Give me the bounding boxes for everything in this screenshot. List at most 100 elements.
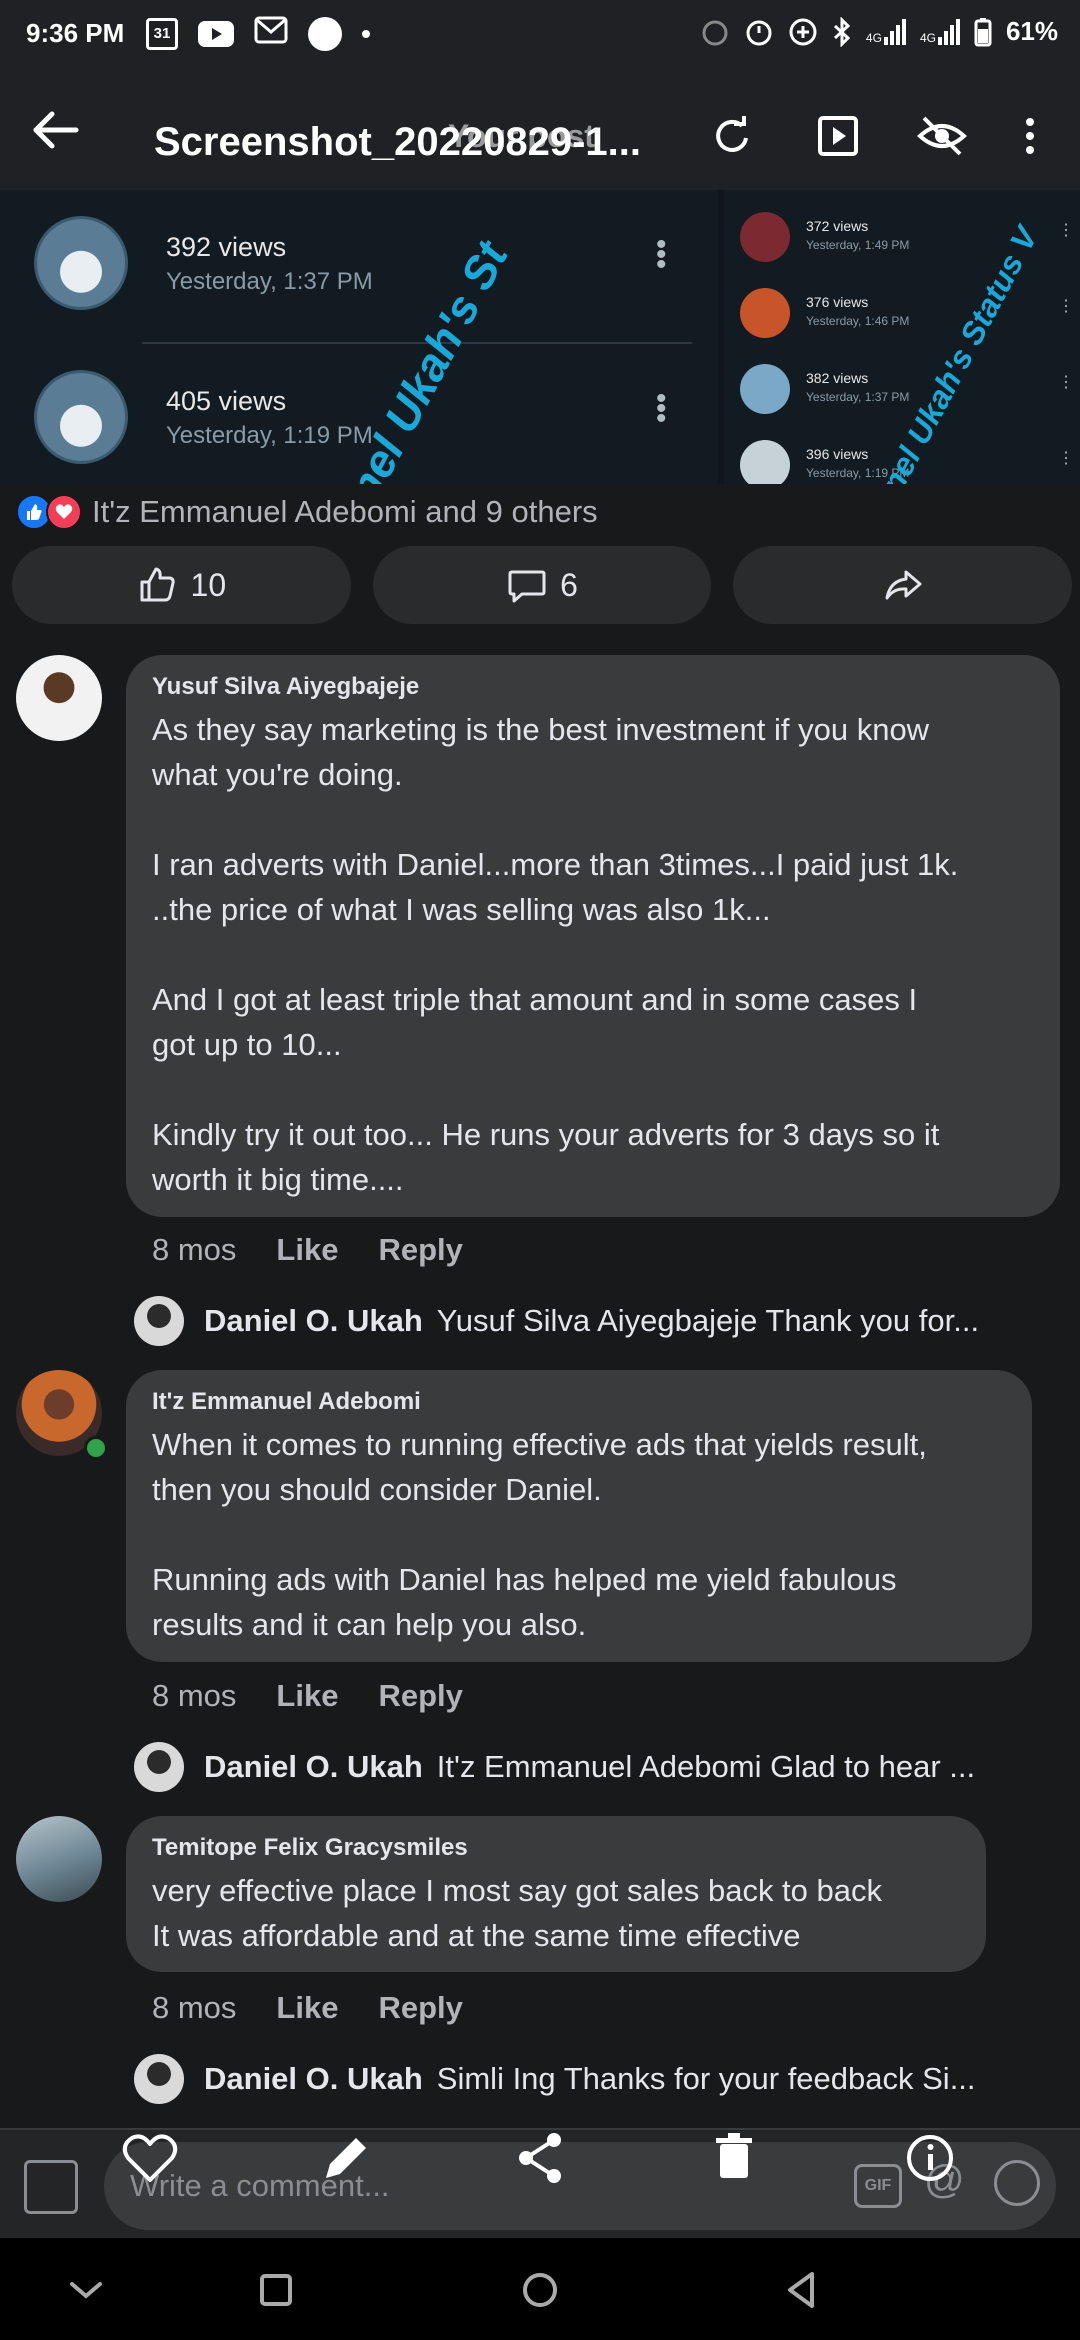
data-saver-icon — [789, 18, 817, 45]
reply-avatar — [134, 1296, 184, 1346]
thumbs-up-icon — [140, 567, 175, 602]
signal-icon-1: 4G — [865, 18, 906, 45]
call-icon — [308, 16, 342, 51]
reply-preview[interactable]: Daniel O. Ukah It'z Emmanuel Adebomi Gla… — [134, 1742, 1064, 1792]
comment-like-link[interactable]: Like — [276, 1232, 338, 1268]
like-button[interactable]: 10 — [12, 546, 351, 624]
network-type-2: 4G — [919, 30, 936, 45]
rotate-icon[interactable] — [710, 114, 754, 158]
recents-icon[interactable] — [254, 2268, 298, 2312]
delete-trash-icon[interactable] — [704, 2128, 764, 2188]
kebab-menu-icon: ⋮ — [1058, 374, 1074, 391]
more-notifications-icon — [362, 29, 370, 38]
comment-author[interactable]: Temitope Felix Gracysmiles — [152, 1834, 960, 1862]
status-thumbnail — [740, 288, 790, 338]
signal-icon-2: 4G — [919, 18, 960, 45]
kebab-menu-icon: • • • — [656, 228, 667, 281]
system-navigation-bar — [0, 2238, 1080, 2340]
battery-percent: 61% — [1005, 16, 1058, 46]
comment-button[interactable]: 6 — [372, 546, 712, 624]
mini-status-row: 376 views Yesterday, 1:46 PM ⋮ — [740, 288, 1080, 348]
shared-screenshot-image[interactable]: 392 views Yesterday, 1:37 PM • • • 405 vie… — [0, 190, 1080, 484]
comment-meta: 8 mos Like Reply — [152, 1990, 463, 2026]
reply-text: Yusuf Silva Aiyegbajeje Thank you for... — [436, 1303, 980, 1338]
reply-author: Daniel O. Ukah — [204, 2061, 423, 2096]
kebab-menu-icon: ⋮ — [1058, 298, 1074, 315]
viewer-bottom-actions — [0, 2128, 1080, 2188]
status-bar: 9:36 PM 31 4G 4G 61% — [0, 0, 1080, 68]
slideshow-icon[interactable] — [816, 114, 860, 158]
media-viewer-toolbar: Your post Screenshot_20220829-1... — [0, 68, 1080, 190]
comment-bubble: It'z Emmanuel Adebomi When it comes to r… — [126, 1370, 1032, 1662]
share-button[interactable] — [733, 546, 1073, 624]
status-views: 396 views — [806, 446, 869, 462]
info-icon[interactable] — [900, 2128, 960, 2188]
network-type-1: 4G — [865, 30, 882, 45]
youtube-icon — [198, 20, 234, 47]
status-time: Yesterday, 1:19 PM — [166, 422, 373, 449]
avatar[interactable] — [16, 655, 102, 741]
status-views: 392 views — [166, 232, 287, 262]
status-time: Yesterday, 1:37 PM — [806, 390, 910, 404]
comment-reply-link[interactable]: Reply — [378, 1678, 462, 1714]
home-icon[interactable] — [518, 2268, 562, 2312]
reactions-summary-text: It'z Emmanuel Adebomi and 9 others — [92, 494, 598, 529]
comment-author[interactable]: Yusuf Silva Aiyegbajeje — [152, 673, 1034, 701]
more-options-icon[interactable] — [1018, 114, 1042, 158]
hide-icon[interactable] — [916, 114, 968, 158]
comment-text: very effective place I most say got sale… — [152, 1873, 882, 1953]
comment-text: When it comes to running effective ads t… — [152, 1427, 927, 1642]
reply-avatar — [134, 2054, 184, 2104]
comment-like-link[interactable]: Like — [276, 1678, 338, 1714]
bluetooth-icon — [833, 16, 851, 47]
comment-bubble: Yusuf Silva Aiyegbajeje As they say mark… — [126, 655, 1060, 1217]
reply-avatar — [134, 1742, 184, 1792]
reply-author: Daniel O. Ukah — [204, 1303, 423, 1338]
reply-text: Simli Ing Thanks for your feedback Si... — [436, 2061, 976, 2096]
comment-reply-link[interactable]: Reply — [378, 1232, 462, 1268]
comment-reply-link[interactable]: Reply — [378, 1990, 462, 2026]
status-thumbnail — [34, 370, 128, 464]
comment-age: 8 mos — [152, 1678, 237, 1713]
comment-text: As they say marketing is the best invest… — [152, 712, 959, 1197]
back-arrow-icon[interactable] — [30, 110, 80, 150]
reactions-summary[interactable]: It'z Emmanuel Adebomi and 9 others — [16, 492, 598, 532]
back-icon[interactable] — [780, 2268, 824, 2312]
online-status-dot — [84, 1436, 108, 1460]
hide-keyboard-icon[interactable] — [64, 2268, 108, 2312]
love-reaction-icon — [46, 494, 82, 530]
comment-meta: 8 mos Like Reply — [152, 1232, 463, 1268]
status-views: 405 views — [166, 386, 287, 416]
comment-bubble: Temitope Felix Gracysmiles very effectiv… — [126, 1816, 986, 1972]
status-views: 382 views — [806, 370, 869, 386]
comment-age: 8 mos — [152, 1232, 237, 1267]
kebab-menu-icon: ⋮ — [1058, 450, 1074, 467]
comment-author[interactable]: It'z Emmanuel Adebomi — [152, 1388, 1006, 1416]
comment-meta: 8 mos Like Reply — [152, 1678, 463, 1714]
avatar[interactable] — [16, 1816, 102, 1902]
share-icon[interactable] — [510, 2128, 570, 2188]
edit-pencil-icon[interactable] — [316, 2128, 376, 2188]
gmail-icon — [254, 16, 288, 51]
status-time: Yesterday, 1:49 PM — [806, 238, 910, 252]
reply-preview[interactable]: Daniel O. Ukah Yusuf Silva Aiyegbajeje T… — [134, 1296, 1064, 1346]
status-thumbnail — [740, 364, 790, 414]
favorite-heart-icon[interactable] — [120, 2128, 180, 2188]
status-time: Yesterday, 1:37 PM — [166, 268, 373, 295]
status-views-pane-left: 392 views Yesterday, 1:37 PM • • • 405 vie… — [0, 190, 718, 484]
comment-bubble-icon — [508, 570, 546, 603]
media-title: Screenshot_20220829-1... — [154, 120, 641, 164]
status-views: 376 views — [806, 294, 869, 310]
reply-preview[interactable]: Daniel O. Ukah Simli Ing Thanks for your… — [134, 2054, 1064, 2104]
reply-text: It'z Emmanuel Adebomi Glad to hear ... — [436, 1749, 976, 1784]
share-arrow-icon — [885, 570, 922, 600]
status-thumbnail — [740, 212, 790, 262]
status-time: 9:36 PM — [26, 18, 125, 48]
reply-author: Daniel O. Ukah — [204, 1749, 423, 1784]
comment-like-link[interactable]: Like — [276, 1990, 338, 2026]
system-icons: 4G 4G 61% — [700, 16, 1058, 47]
like-count: 10 — [190, 566, 227, 603]
comment-age: 8 mos — [152, 1990, 237, 2025]
kebab-menu-icon: • • • — [656, 382, 667, 435]
status-views: 372 views — [806, 218, 869, 234]
